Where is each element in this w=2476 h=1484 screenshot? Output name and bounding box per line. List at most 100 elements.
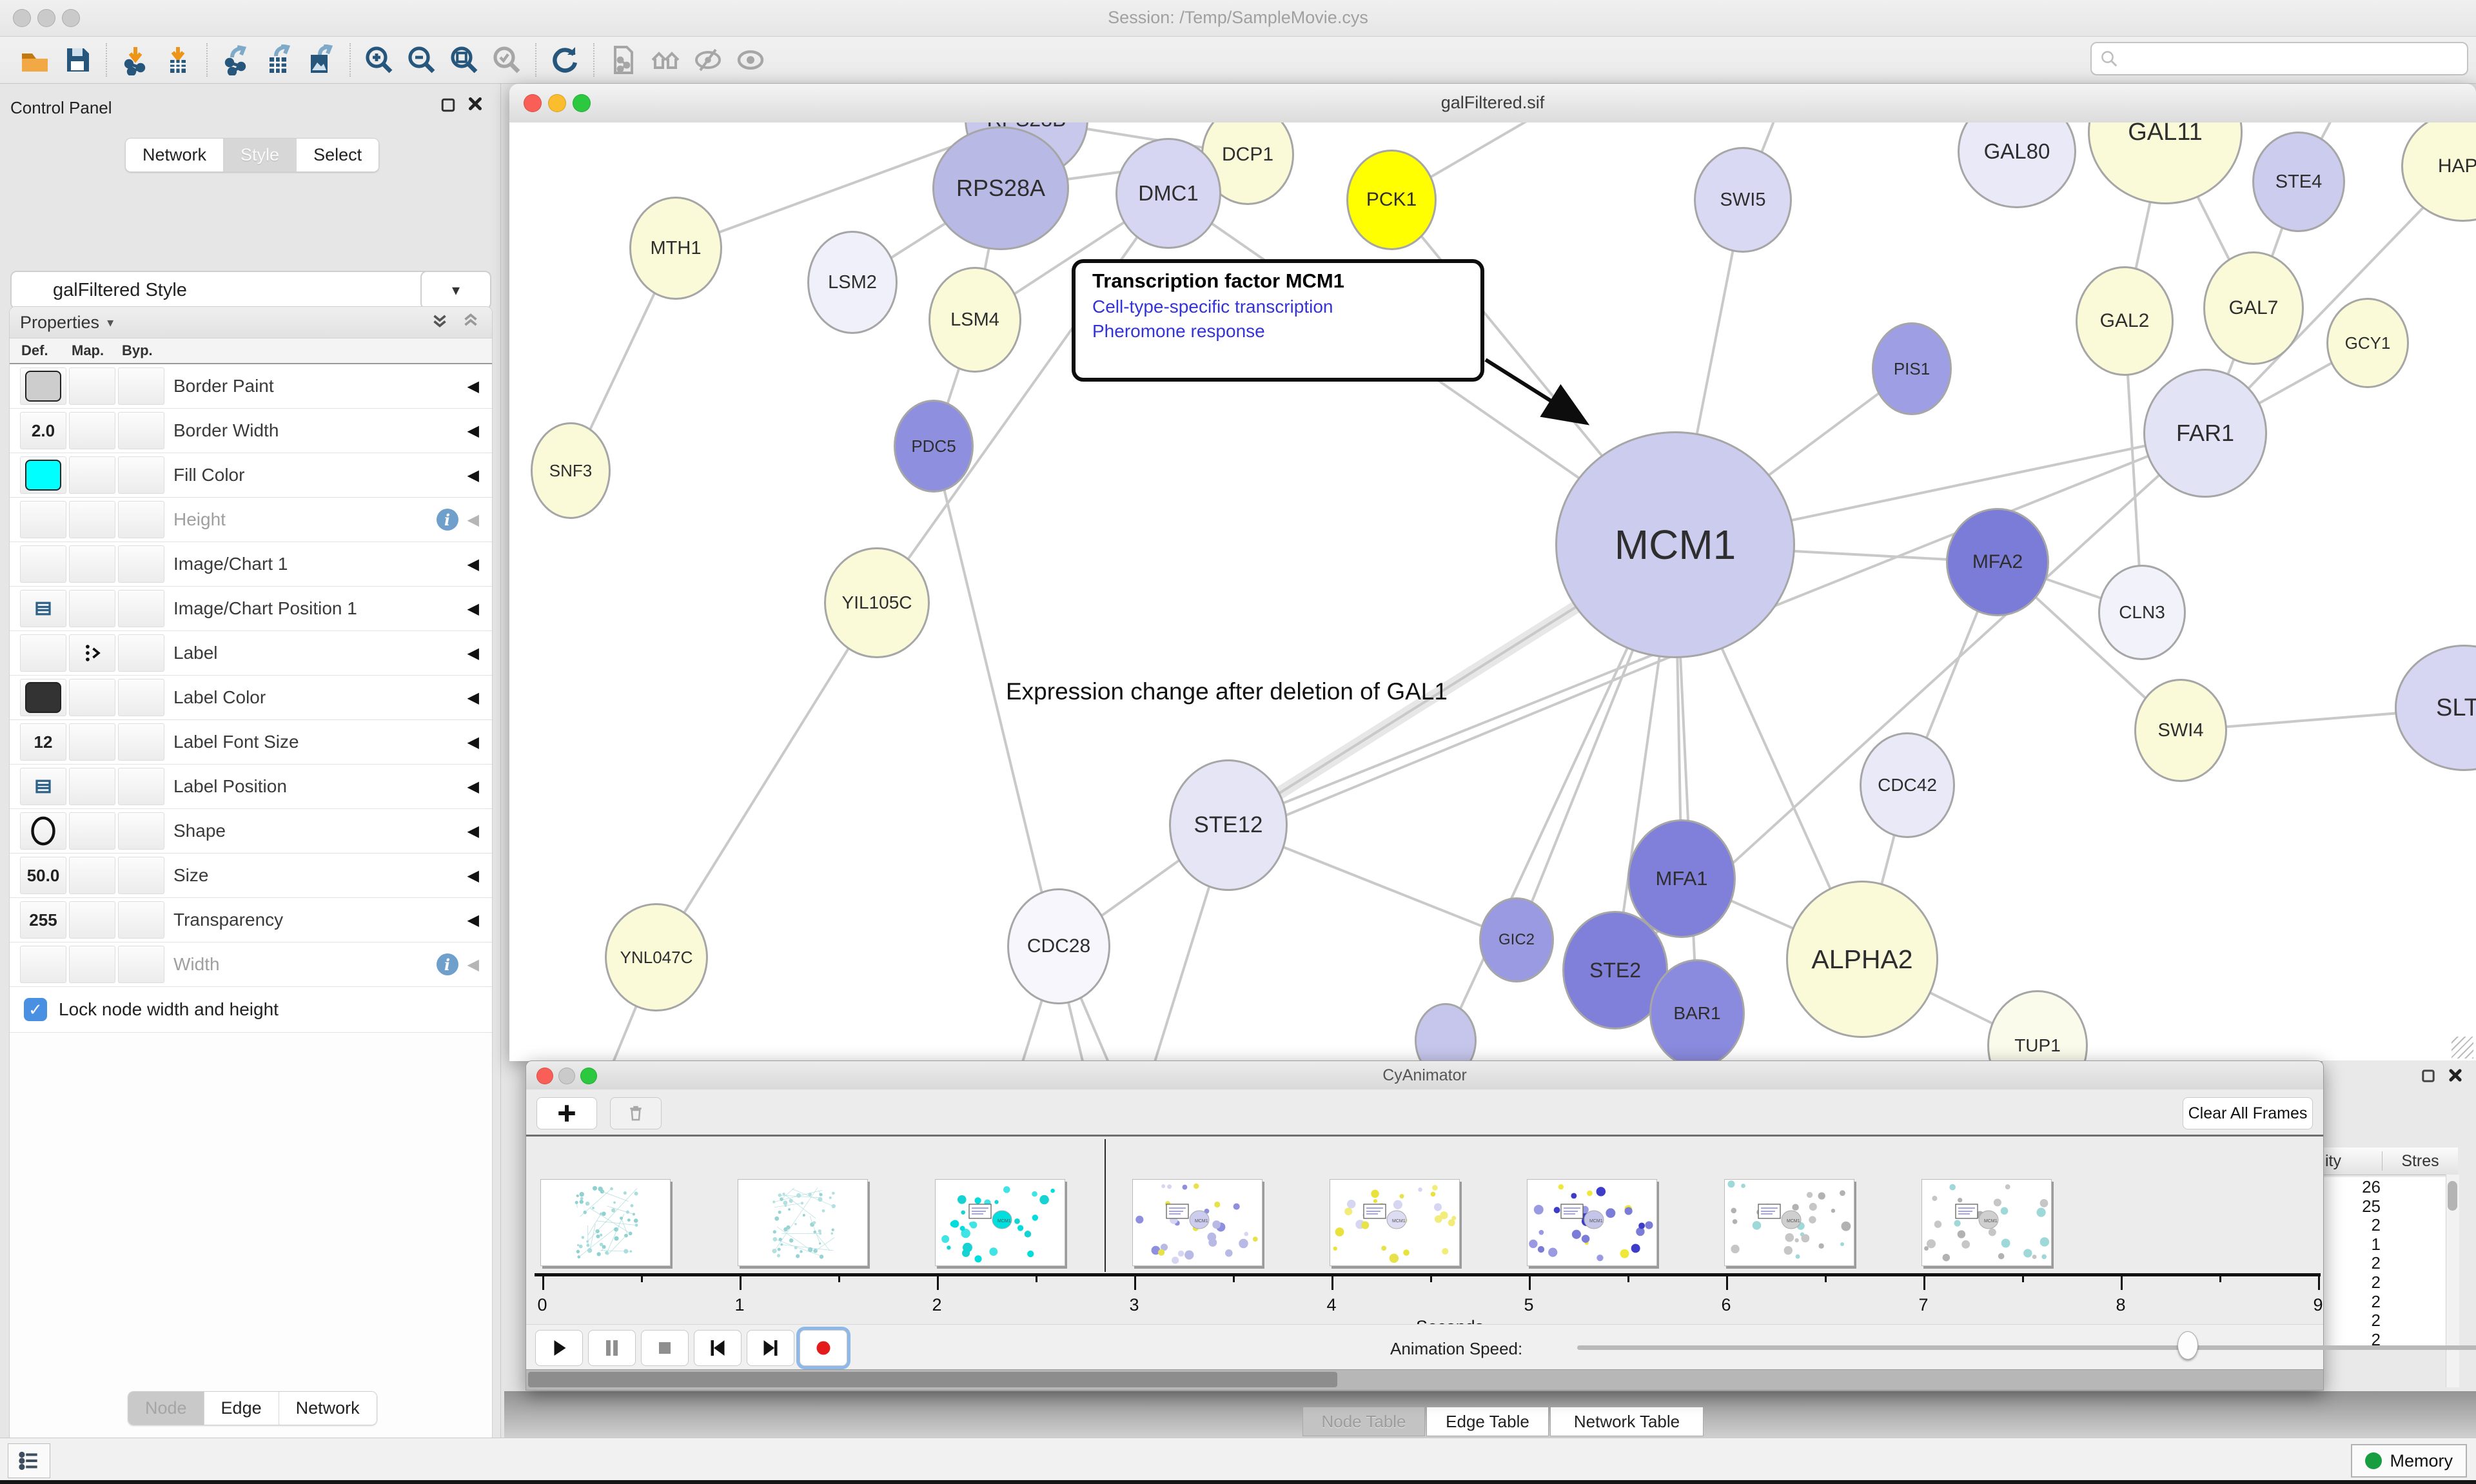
expand-row-icon[interactable]: ◀ [467,466,479,485]
tab-network-table[interactable]: Network Table [1550,1407,1704,1436]
network-node-swi4[interactable]: SWI4 [2134,679,2227,782]
frame-thumbnail-8[interactable]: MCM1 [1921,1179,2052,1266]
network-node-snf3[interactable]: SNF3 [531,422,611,519]
task-history-button[interactable] [8,1443,50,1478]
zoom-in-icon[interactable] [362,43,396,77]
frame-thumbnail-6[interactable]: MCM1 [1527,1179,1657,1266]
expand-row-icon[interactable]: ◀ [467,688,479,707]
style-select[interactable]: galFiltered Style ▾ [10,271,460,309]
zoom-fit-icon[interactable] [447,43,481,77]
property-row-height[interactable]: Heighti◀ [10,498,492,542]
network-node-alpha2[interactable]: ALPHA2 [1786,881,1938,1038]
network-node-gal7[interactable]: GAL7 [2203,251,2304,365]
info-icon[interactable]: i [437,953,458,975]
frame-thumbnail-4[interactable]: MCM1 [1132,1179,1263,1266]
expand-row-icon[interactable]: ◀ [467,555,479,574]
network-node-mcm1[interactable]: MCM1 [1555,431,1795,658]
lock-size-row[interactable]: ✓ Lock node width and height [10,987,492,1033]
property-row-border-paint[interactable]: Border Paint◀ [10,364,492,409]
network-node-gic2[interactable]: GIC2 [1479,897,1554,982]
table-column-headers[interactable]: ityStres [2323,1147,2458,1175]
property-row-width[interactable]: Widthi◀ [10,942,492,987]
expand-row-icon[interactable]: ◀ [467,733,479,752]
import-network-icon[interactable] [119,43,152,77]
network-node-dmc1[interactable]: DMC1 [1115,138,1221,249]
expand-row-icon[interactable]: ◀ [467,644,479,663]
skip-to-start-button[interactable] [694,1330,742,1366]
property-row-image-chart-position-1[interactable]: Image/Chart Position 1◀ [10,587,492,631]
expand-row-icon[interactable]: ◀ [467,777,479,796]
property-row-fill-color[interactable]: Fill Color◀ [10,453,492,498]
close-panel-icon[interactable] [2446,1066,2466,1086]
expand-row-icon[interactable]: ◀ [467,866,479,885]
column-header-centrality[interactable]: ity [2323,1152,2382,1171]
network-node-cdc28[interactable]: CDC28 [1007,888,1110,1004]
table-row[interactable]: 2 [2323,1311,2458,1330]
record-button[interactable] [800,1330,847,1366]
float-panel-icon[interactable] [2419,1067,2439,1086]
property-row-transparency[interactable]: 255Transparency◀ [10,898,492,942]
cyanimator-scrollbar[interactable] [526,1369,2323,1390]
table-row[interactable]: 2 [2323,1253,2458,1273]
expand-row-icon[interactable]: ◀ [467,822,479,841]
expand-all-icon[interactable] [429,309,451,336]
scrollbar-thumb[interactable] [528,1372,1337,1387]
network-node-ste12[interactable]: STE12 [1169,759,1288,891]
network-canvas[interactable]: RPS28BDCP1RPS28ADMC1PCK1SWI5GAL80GAL11ST… [509,122,2476,1061]
tab-node-table[interactable]: Node Table [1302,1407,1425,1436]
network-window-titlebar[interactable]: galFiltered.sif [509,84,2476,123]
table-row[interactable]: 2 [2323,1292,2458,1311]
expand-row-icon[interactable]: ◀ [467,422,479,440]
frame-thumbnail-1[interactable] [540,1179,671,1266]
info-icon[interactable]: i [437,509,458,531]
network-node-pck1[interactable]: PCK1 [1346,150,1437,250]
network-node-mth1[interactable]: MTH1 [629,197,722,300]
close-panel-icon[interactable] [466,94,485,113]
lock-size-checkbox[interactable]: ✓ [24,998,47,1021]
property-row-label-color[interactable]: Label Color◀ [10,676,492,720]
column-header-stress[interactable]: Stres [2383,1152,2458,1171]
add-frame-button[interactable] [536,1097,597,1129]
table-scrollbar[interactable] [2446,1175,2459,1387]
search-input[interactable] [2090,42,2468,75]
style-target-tab-node[interactable]: Node [128,1392,204,1425]
refresh-view-icon[interactable] [548,43,582,77]
export-image-icon[interactable] [304,43,338,77]
network-node-lsm4[interactable]: LSM4 [928,267,1021,373]
clear-all-frames-button[interactable]: Clear All Frames [2183,1097,2313,1129]
network-node-pdc5[interactable]: PDC5 [894,400,974,493]
table-row[interactable]: 26 [2323,1177,2458,1196]
zoom-out-icon[interactable] [405,43,438,77]
style-target-tab-edge[interactable]: Edge [204,1392,279,1425]
tab-network[interactable]: Network [126,139,224,171]
frame-thumbnail-5[interactable]: MCM1 [1330,1179,1460,1266]
property-row-label[interactable]: Label◀ [10,631,492,676]
network-node-cln3[interactable]: CLN3 [2098,565,2186,660]
expand-row-icon[interactable]: ◀ [467,955,479,974]
tab-style[interactable]: Style [224,139,297,171]
tab-edge-table[interactable]: Edge Table [1426,1407,1549,1436]
network-node-gcy1[interactable]: GCY1 [2326,298,2409,388]
timeline-playhead[interactable] [1105,1139,1106,1272]
open-session-icon[interactable] [18,43,52,77]
style-target-tab-network[interactable]: Network [279,1392,377,1425]
network-node-bar1[interactable]: BAR1 [1649,959,1745,1061]
network-node-cdc42[interactable]: CDC42 [1860,732,1955,838]
network-node-far1[interactable]: FAR1 [2143,369,2267,498]
property-row-size[interactable]: 50.0Size◀ [10,854,492,898]
property-row-label-position[interactable]: Label Position◀ [10,765,492,809]
property-row-image-chart-1[interactable]: Image/Chart 1◀ [10,542,492,587]
import-table-icon[interactable] [161,43,195,77]
resize-grip[interactable] [2451,1037,2473,1059]
frame-thumbnail-3[interactable]: MCM1 [935,1179,1065,1266]
network-node-ste4[interactable]: STE4 [2252,132,2345,232]
network-node-swi5[interactable]: SWI5 [1694,147,1792,253]
style-options-button[interactable]: ▾ [420,271,491,309]
network-node-gal2[interactable]: GAL2 [2076,266,2174,376]
property-row-label-font-size[interactable]: 12Label Font Size◀ [10,720,492,765]
expand-row-icon[interactable]: ◀ [467,511,479,529]
frame-thumbnail-2[interactable] [738,1179,868,1266]
network-node-ynl047c[interactable]: YNL047C [605,903,708,1011]
network-node-pis1[interactable]: PIS1 [1872,322,1952,415]
play-button[interactable] [535,1330,583,1366]
